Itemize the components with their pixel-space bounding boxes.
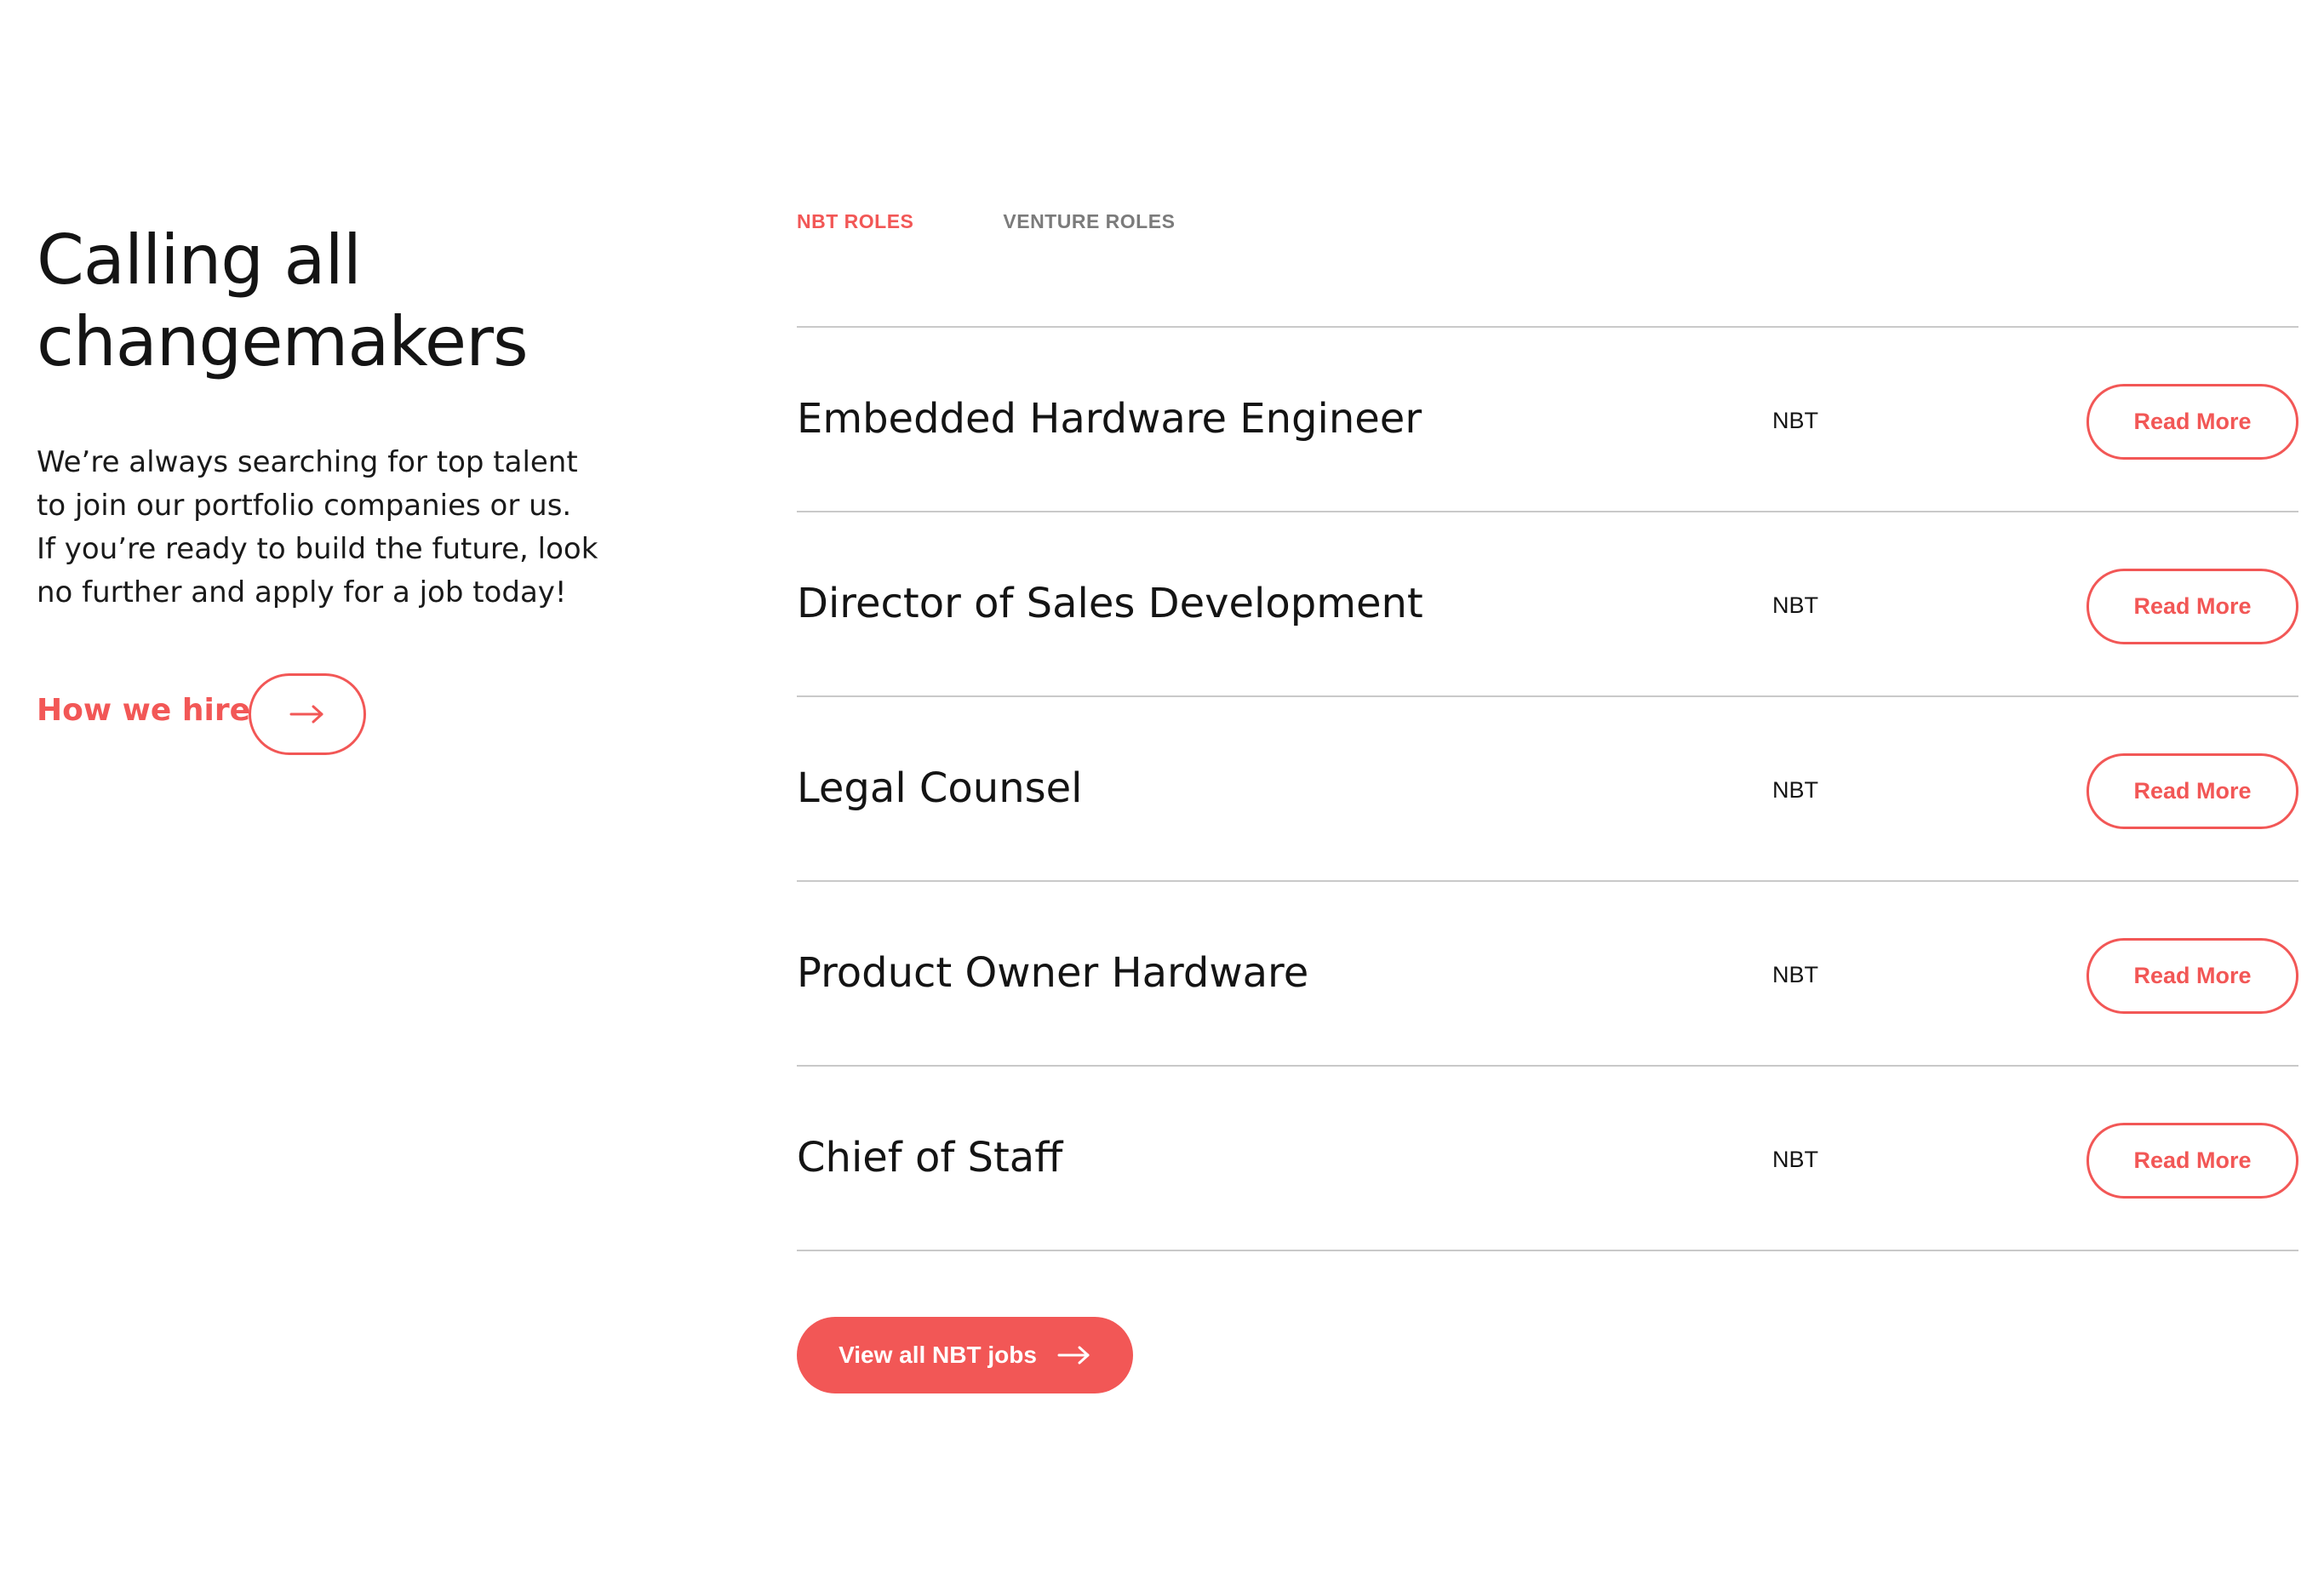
job-company: NBT — [1772, 777, 1818, 803]
job-row-legal-counsel: Legal Counsel NBT Read More — [797, 697, 2298, 882]
job-row-director-of-sales-development: Director of Sales Development NBT Read M… — [797, 512, 2298, 697]
page-heading-line-1: Calling all — [37, 220, 362, 300]
job-row-product-owner-hardware: Product Owner Hardware NBT Read More — [797, 882, 2298, 1067]
job-title: Director of Sales Development — [797, 580, 1423, 627]
arrow-right-icon — [1057, 1346, 1090, 1365]
job-company: NBT — [1772, 962, 1818, 987]
job-title: Legal Counsel — [797, 764, 1083, 812]
view-all-jobs-label: View all NBT jobs — [839, 1342, 1037, 1368]
role-tabs: NBT ROLES VENTURE ROLES — [797, 209, 1175, 234]
how-we-hire-arrow-button[interactable] — [249, 673, 366, 755]
read-more-button[interactable]: Read More — [2086, 938, 2298, 1014]
job-title: Embedded Hardware Engineer — [797, 395, 1422, 443]
read-more-button[interactable]: Read More — [2086, 569, 2298, 644]
page-heading: Calling all changemakers — [37, 220, 684, 383]
how-we-hire-link[interactable]: How we hire — [37, 690, 250, 732]
tab-nbt-roles[interactable]: NBT ROLES — [797, 209, 913, 234]
job-title: Chief of Staff — [797, 1134, 1063, 1182]
intro-line-2: to join our portfolio companies or us. — [37, 489, 572, 523]
intro-text: We’re always searching for top talent to… — [37, 441, 633, 615]
intro-line-4: no further and apply for a job today! — [37, 575, 567, 609]
intro-line-1: We’re always searching for top talent — [37, 445, 578, 479]
job-row-embedded-hardware-engineer: Embedded Hardware Engineer NBT Read More — [797, 328, 2298, 512]
page-heading-line-2: changemakers — [37, 302, 529, 381]
tab-venture-roles[interactable]: VENTURE ROLES — [1003, 209, 1175, 234]
read-more-button[interactable]: Read More — [2086, 384, 2298, 460]
job-row-chief-of-staff: Chief of Staff NBT Read More — [797, 1067, 2298, 1251]
job-title: Product Owner Hardware — [797, 949, 1309, 997]
job-company: NBT — [1772, 408, 1818, 433]
job-company: NBT — [1772, 592, 1818, 618]
view-all-jobs-button[interactable]: View all NBT jobs — [797, 1317, 1133, 1393]
arrow-right-icon — [289, 705, 323, 724]
job-company: NBT — [1772, 1147, 1818, 1172]
read-more-button[interactable]: Read More — [2086, 1123, 2298, 1199]
job-list: Embedded Hardware Engineer NBT Read More… — [797, 326, 2298, 1251]
read-more-button[interactable]: Read More — [2086, 753, 2298, 829]
intro-line-3: If you’re ready to build the future, loo… — [37, 532, 598, 566]
